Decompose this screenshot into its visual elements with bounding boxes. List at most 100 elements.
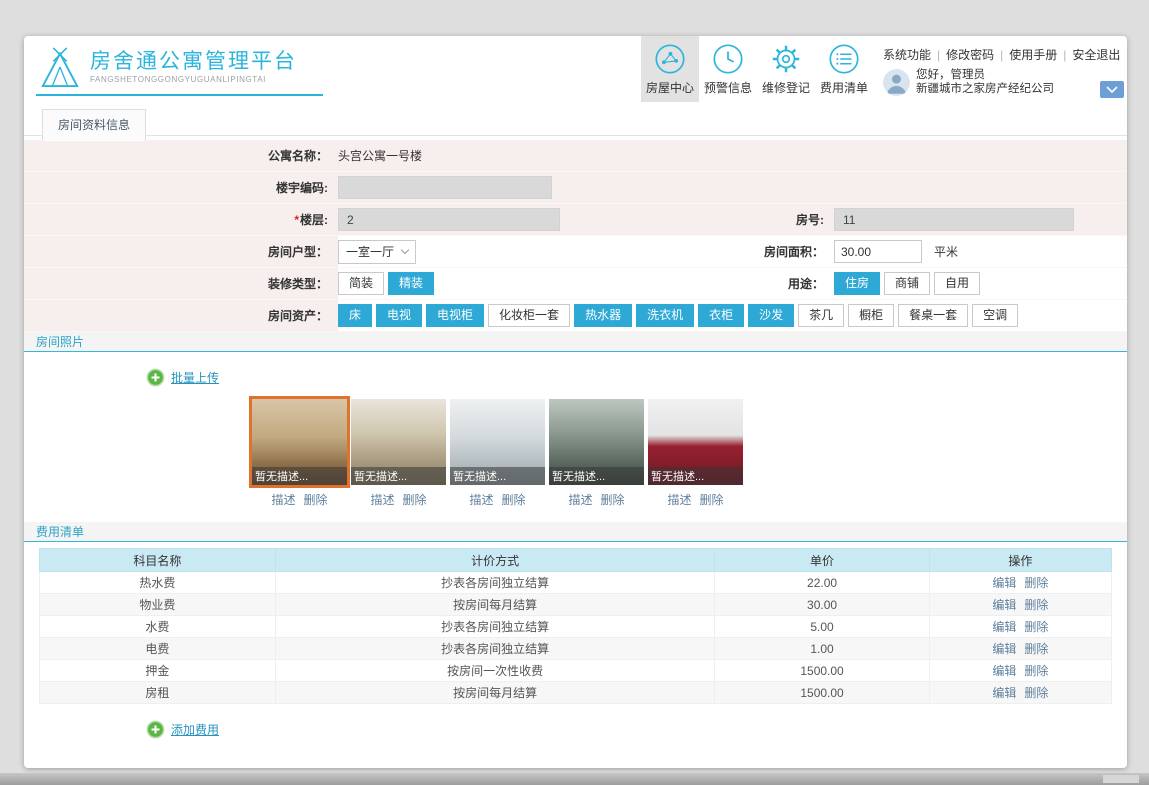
usage-option-button[interactable]: 住房 [834,272,881,295]
photo-describe-link[interactable]: 描述 [469,493,493,507]
fee-row: 押金 按房间一次性收费 1500.00 编辑 删除 [39,659,1113,682]
chevron-down-icon [1106,85,1118,94]
share-network-icon [653,42,687,76]
usage-option-button[interactable]: 商铺 [884,272,931,295]
room-photo-thumbnail[interactable]: 暂无描述... [351,399,446,485]
asset-option-button[interactable]: 电视柜 [426,304,485,327]
room-photo-thumbnail[interactable]: 暂无描述... [648,399,743,485]
fee-edit-link[interactable]: 编辑 [992,598,1016,612]
room-number-label: 房号: [796,213,824,227]
fee-delete-link[interactable]: 删除 [1024,598,1048,612]
apartment-name-label: 公寓名称： [267,149,328,163]
scrollbar-corner [1103,775,1139,783]
fee-actions: 编辑 删除 [928,615,1113,638]
asset-option-button[interactable]: 洗衣机 [636,304,695,327]
photo-item: 暂无描述... 描述 删除 [549,399,644,508]
asset-option-button[interactable]: 衣柜 [698,304,745,327]
photo-delete-link[interactable]: 删除 [700,493,724,507]
fee-method: 按房间每月结算 [274,593,716,616]
photo-delete-link[interactable]: 删除 [601,493,625,507]
asset-option-button[interactable]: 电视 [376,304,423,327]
decoration-option-button[interactable]: 精装 [388,272,435,295]
photo-item: 暂无描述... 描述 删除 [351,399,446,508]
tab-room-info[interactable]: 房间资料信息 [42,109,147,141]
gear-icon [769,42,803,76]
photo-delete-link[interactable]: 删除 [403,493,427,507]
photo-describe-link[interactable]: 描述 [271,493,295,507]
room-photo-thumbnail[interactable]: 暂无描述... [249,396,350,488]
add-green-plus-icon [146,720,165,739]
floor-input[interactable] [338,208,560,231]
nav-item-warning-info[interactable]: 预警信息 [699,36,757,102]
decoration-option-button[interactable]: 简装 [338,272,385,295]
room-form: 公寓名称： 头宫公寓一号楼 楼宇编码: *楼层: 房号: 房间户型： [24,140,1127,332]
fee-edit-link[interactable]: 编辑 [992,620,1016,634]
chevron-down-icon [400,245,410,255]
asset-option-button[interactable]: 热水器 [574,304,633,327]
fee-delete-link[interactable]: 删除 [1024,642,1048,656]
building-code-label: 楼宇编码: [276,181,328,195]
photo-actions: 描述 删除 [549,491,644,508]
nav-item-housing-center[interactable]: 房屋中心 [641,36,699,102]
photo-actions: 描述 删除 [252,491,347,508]
user-block: 系统功能 修改密码 使用手册 安全退出 您好，管理员 新疆城市之家房产经纪公司 [883,36,1127,102]
system-functions-link[interactable]: 系统功能 [883,46,931,63]
room-photos-section-title: 房间照片 [36,335,85,349]
collapse-panel-button[interactable] [1100,81,1124,98]
usage-option-button[interactable]: 自用 [934,272,981,295]
asset-option-button[interactable]: 餐桌一套 [898,304,969,327]
nav-label: 维修登记 [761,81,810,95]
fee-delete-link[interactable]: 删除 [1024,576,1048,590]
layout-select[interactable]: 一室一厅 [338,239,416,264]
photo-list: 暂无描述... 描述 删除 暂无描述... 描述 删除 暂无描述... 描述 删除 暂无描述...… [249,396,1127,508]
fee-delete-link[interactable]: 删除 [1024,686,1048,700]
room-photo-thumbnail[interactable]: 暂无描述... [549,399,644,485]
fee-name: 房租 [39,681,276,704]
building-code-input[interactable] [338,176,552,199]
app-subtitle: FANGSHETONGGONGYUGUANLIPINGTAI [90,74,266,84]
room-number-input[interactable] [834,208,1074,231]
fee-table: 科目名称 计价方式 单价 操作 热水费 抄表各房间独立结算 22.00 编辑 删除 物业费… [39,548,1113,704]
asset-option-button[interactable]: 床 [338,304,373,327]
fee-edit-link[interactable]: 编辑 [992,642,1016,656]
fee-header-method: 计价方式 [274,548,716,572]
layout-value: 一室一厅 [346,245,395,259]
fee-delete-link[interactable]: 删除 [1024,664,1048,678]
photo-item: 暂无描述... 描述 删除 [249,396,350,508]
fee-edit-link[interactable]: 编辑 [992,576,1016,590]
photo-describe-link[interactable]: 描述 [568,493,592,507]
photo-describe-link[interactable]: 描述 [370,493,394,507]
user-manual-link[interactable]: 使用手册 [994,46,1057,63]
photo-delete-link[interactable]: 删除 [304,493,328,507]
area-input[interactable] [834,240,922,263]
fee-header-price: 单价 [714,548,930,572]
batch-upload-link[interactable]: 批量上传 [171,369,219,386]
add-green-plus-icon [146,368,165,387]
photo-actions: 描述 删除 [450,491,545,508]
asset-option-button[interactable]: 橱柜 [848,304,895,327]
user-greeting: 您好，管理员 [916,69,985,81]
add-fee-link[interactable]: 添加费用 [171,721,219,738]
main-window: 房舍通公寓管理平台 FANGSHETONGGONGYUGUANLIPINGTAI… [24,36,1127,768]
asset-option-button[interactable]: 茶几 [798,304,845,327]
fee-delete-link[interactable]: 删除 [1024,620,1048,634]
room-photos-section: 批量上传 暂无描述... 描述 删除 暂无描述... 描述 删除 暂无描述... 描述 删除 暂无… [24,352,1127,522]
tab-bar: 房间资料信息 [24,102,1127,141]
apartment-name-value: 头宫公寓一号楼 [338,149,423,163]
fee-edit-link[interactable]: 编辑 [992,686,1016,700]
fee-edit-link[interactable]: 编辑 [992,664,1016,678]
photo-delete-link[interactable]: 删除 [502,493,526,507]
change-password-link[interactable]: 修改密码 [931,46,994,63]
asset-option-button[interactable]: 空调 [972,304,1019,327]
fee-price: 5.00 [714,615,930,638]
photo-describe-link[interactable]: 描述 [667,493,691,507]
nav-item-fee-list[interactable]: 费用清单 [815,36,873,102]
asset-option-button[interactable]: 沙发 [748,304,795,327]
asset-option-button[interactable]: 化妆柜一套 [488,304,571,327]
logout-link[interactable]: 安全退出 [1057,46,1120,63]
room-photo-thumbnail[interactable]: 暂无描述... [450,399,545,485]
nav-item-maintenance[interactable]: 维修登记 [757,36,815,102]
tipi-logo-icon [38,46,82,88]
photo-actions: 描述 删除 [351,491,446,508]
nav-label: 预警信息 [703,81,752,95]
